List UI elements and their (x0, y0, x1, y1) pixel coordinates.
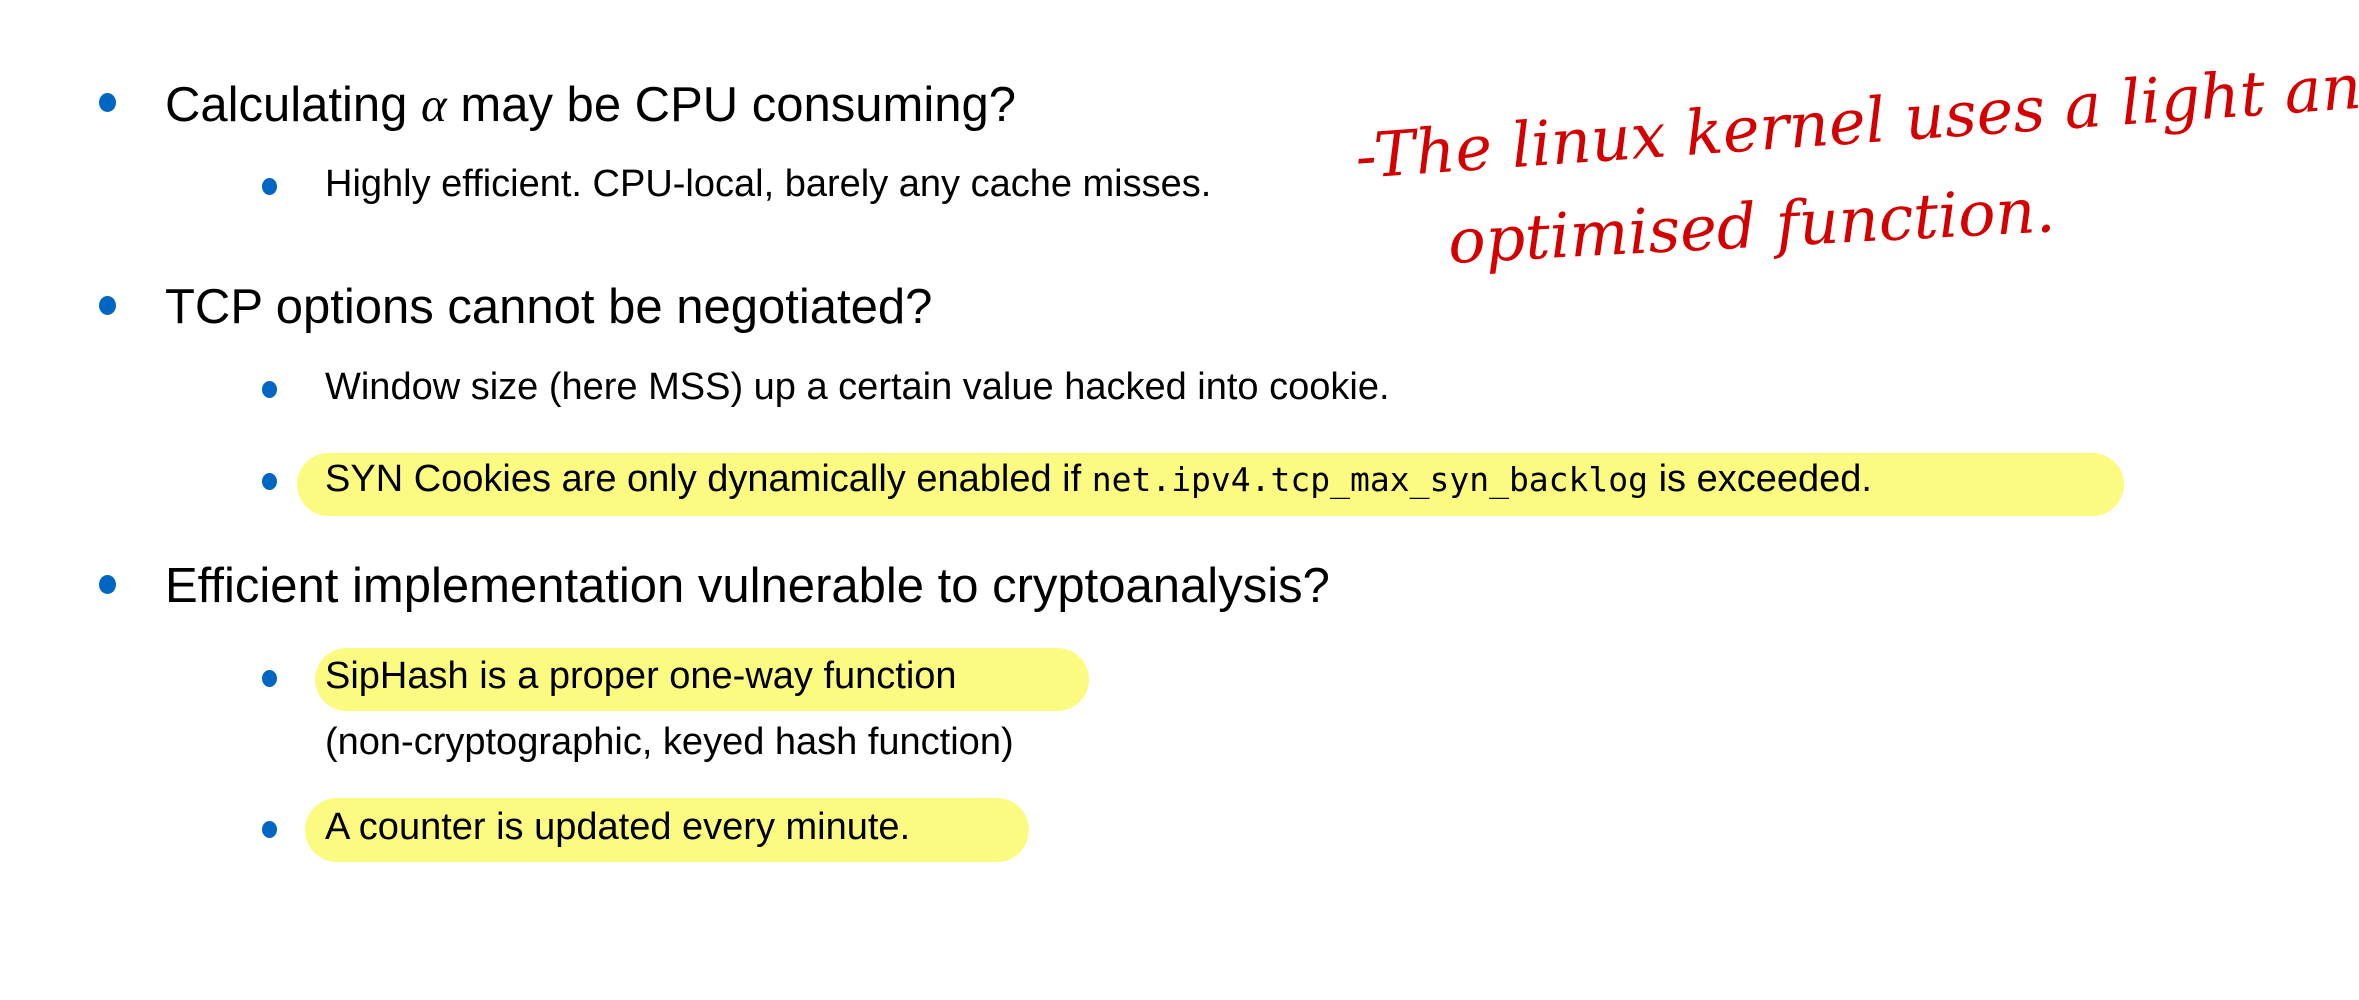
list-item: SYN Cookies are only dynamically enabled… (325, 458, 1872, 501)
item-text: SYN Cookies are only dynamically enabled… (325, 458, 1092, 500)
handwritten-annotation-line1: -The linux kernel uses a light and (1352, 47, 2359, 194)
list-item: SipHash is a proper one-way function (325, 655, 957, 697)
list-item: Window size (here MSS) up a certain valu… (325, 366, 1390, 408)
handwritten-annotation-line2: optimised function. (1446, 173, 2057, 278)
bullet-icon (262, 473, 277, 490)
item-text: is exceeded. (1648, 458, 1872, 500)
bullet-icon (262, 670, 277, 687)
list-item: Efficient implementation vulnerable to c… (165, 559, 1330, 613)
bullet-icon (262, 821, 277, 838)
bullet-icon (262, 178, 277, 195)
bullet-icon (262, 381, 277, 398)
item-text: Calculating (165, 78, 422, 132)
code-text: net.ipv4.tcp_max_syn_backlog (1091, 460, 1649, 499)
list-item-continuation: (non-cryptographic, keyed hash function) (325, 721, 1014, 763)
list-item: Highly efficient. CPU-local, barely any … (325, 163, 1212, 205)
list-item: TCP options cannot be negotiated? (165, 280, 933, 334)
bullet-icon (99, 296, 116, 315)
list-item: Calculating α may be CPU consuming? (165, 76, 1016, 133)
list-item: A counter is updated every minute. (325, 806, 911, 848)
bullet-icon (99, 93, 116, 112)
bullet-icon (99, 575, 116, 594)
alpha-symbol: α (421, 77, 447, 132)
item-text: may be CPU consuming? (446, 78, 1016, 132)
